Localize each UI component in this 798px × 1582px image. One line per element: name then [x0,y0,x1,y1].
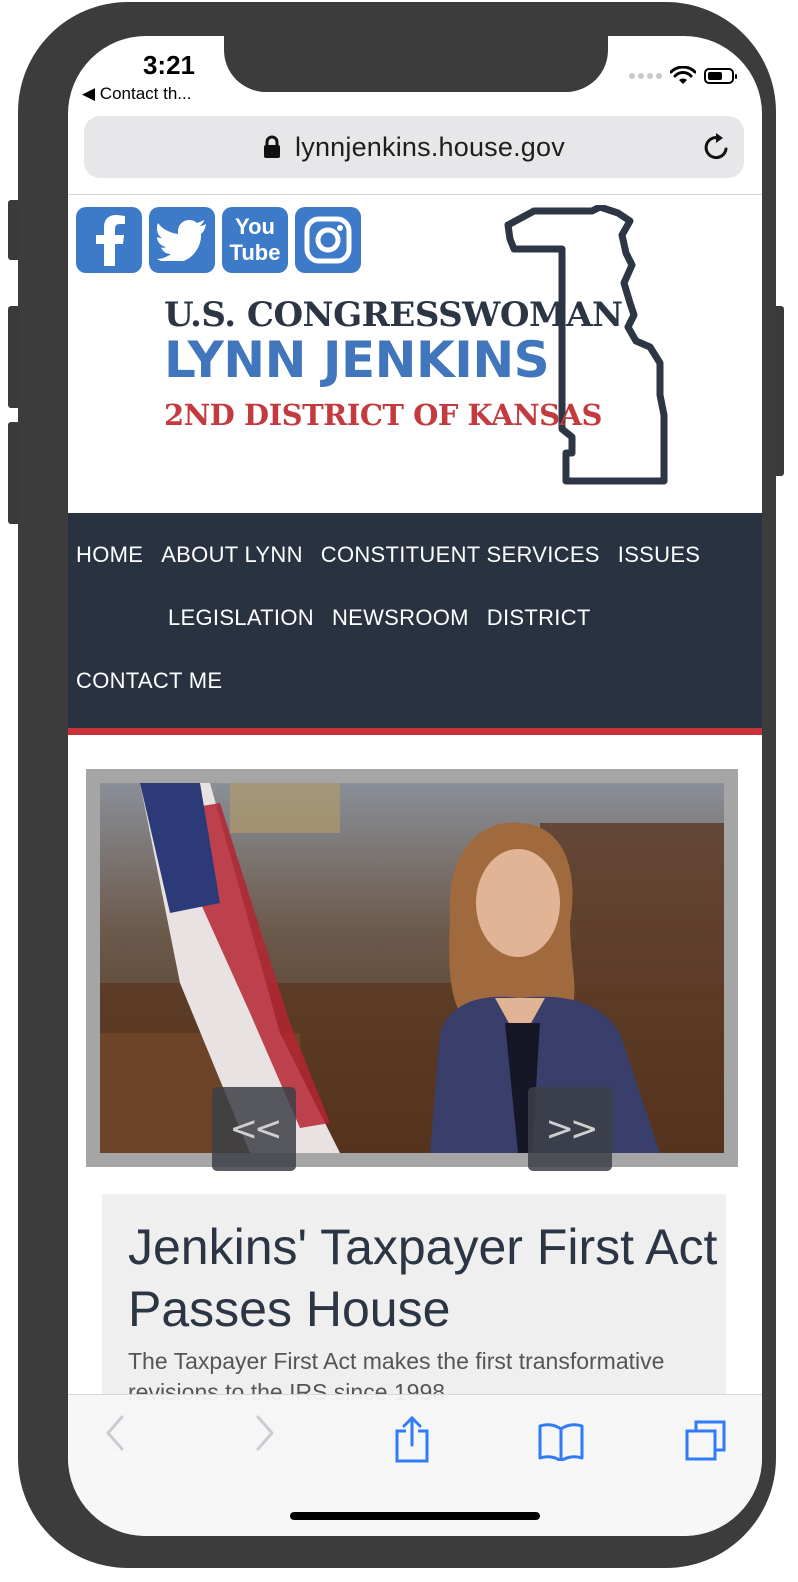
logo-name-line: LYNN JENKINS [164,331,550,389]
url-text: lynnjenkins.house.gov [295,131,565,162]
address-bar[interactable]: lynnjenkins.house.gov [84,116,744,178]
main-nav: HOME ABOUT LYNN CONSTITUENT SERVICES ISS… [68,513,762,735]
youtube-icon[interactable]: You Tube [222,207,288,273]
nav-item-legislation[interactable]: LEGISLATION [168,605,314,631]
slider-prev-button[interactable]: << [212,1087,296,1171]
bookmarks-icon[interactable] [538,1421,584,1461]
nav-item-district[interactable]: DISTRICT [487,605,591,631]
slide-photo [100,783,724,1153]
article-title[interactable]: Jenkins' Taxpayer First Act Passes House [128,1216,718,1340]
nav-item-contact[interactable]: CONTACT ME [76,668,222,694]
reload-icon[interactable] [700,130,732,164]
signal-icon [629,73,662,79]
social-links: You Tube [76,207,361,273]
share-icon[interactable] [394,1415,430,1463]
forward-icon[interactable] [252,1413,278,1453]
home-indicator[interactable] [290,1512,540,1520]
screen: 3:21 ◀ Contact th... lynnjenkins.house.g… [68,36,762,1536]
logo-title-line: U.S. CONGRESSWOMAN [164,295,623,335]
notch [224,36,608,92]
wifi-icon [670,66,696,84]
phone-frame: 3:21 ◀ Contact th... lynnjenkins.house.g… [18,2,776,1568]
battery-icon [704,68,737,84]
nav-item-home[interactable]: HOME [76,542,143,568]
back-to-app-link[interactable]: ◀ Contact th... [82,84,191,104]
youtube-text-you: You [235,214,275,239]
photo-slider: << >> [86,769,738,1171]
nav-item-about[interactable]: ABOUT LYNN [161,542,303,568]
nav-item-newsroom[interactable]: NEWSROOM [332,605,469,631]
nav-item-constituent-services[interactable]: CONSTITUENT SERVICES [321,542,600,568]
instagram-icon[interactable] [295,207,361,273]
site-header: You Tube U.S. CONGRESSWOMAN LYNN JENKINS… [68,195,762,513]
tabs-icon[interactable] [684,1419,728,1463]
status-time: 3:21 [142,50,196,80]
back-icon[interactable] [102,1413,128,1453]
lock-icon [264,135,281,158]
status-indicators [629,66,737,86]
youtube-text-tube: Tube [229,240,281,265]
twitter-icon[interactable] [149,207,215,273]
facebook-icon[interactable] [76,207,142,273]
nav-item-issues[interactable]: ISSUES [618,542,701,568]
logo-district-line: 2ND DISTRICT OF KANSAS [164,398,602,432]
slider-next-button[interactable]: >> [528,1087,612,1171]
